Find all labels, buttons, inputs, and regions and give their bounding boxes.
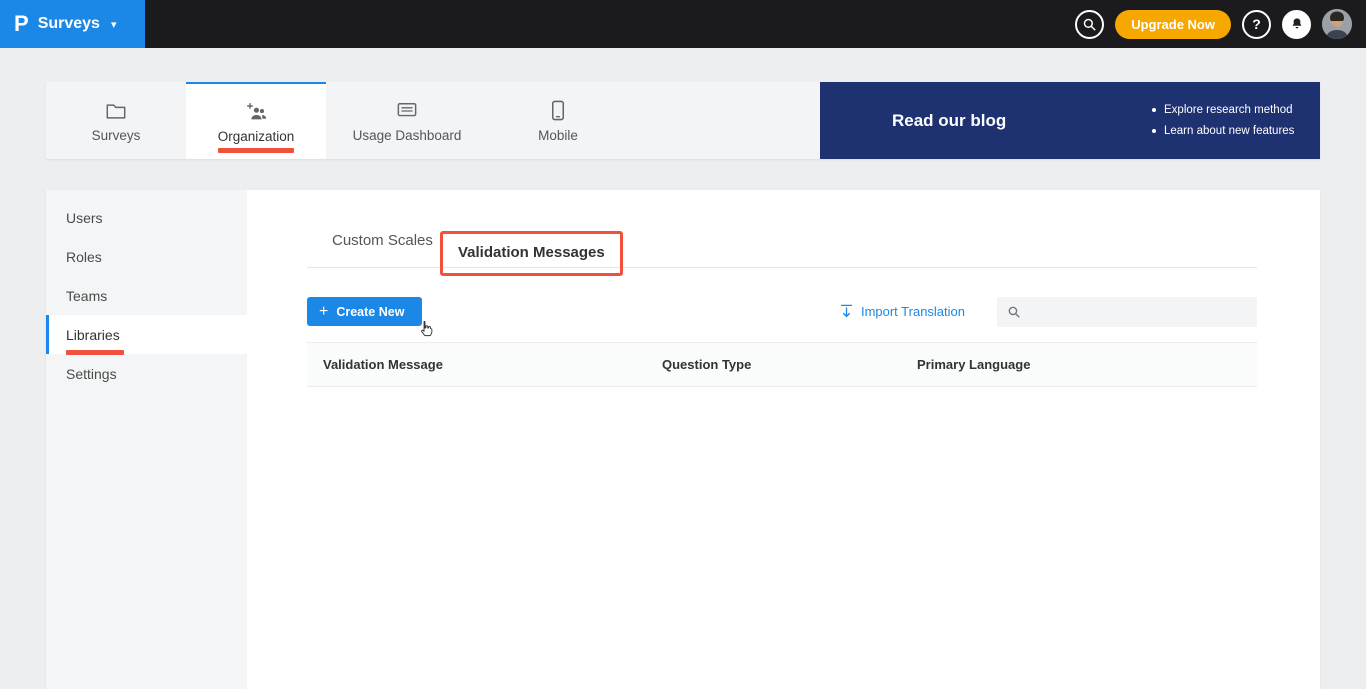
toolbar: + Create New Import Translation xyxy=(307,297,1257,327)
main-card: Users Roles Teams Libraries Settings Cus… xyxy=(46,190,1320,689)
dashboard-icon xyxy=(396,99,418,121)
library-tabs: Custom Scales Validation Messages xyxy=(307,190,1257,276)
question-mark-icon: ? xyxy=(1252,16,1261,32)
create-new-button[interactable]: + Create New xyxy=(307,297,423,326)
folder-icon xyxy=(105,99,127,121)
nav-tab-label: Usage Dashboard xyxy=(352,127,462,143)
top-bar: P Surveys ▾ Upgrade Now ? xyxy=(0,0,1366,48)
tab-validation-messages[interactable]: Validation Messages xyxy=(458,244,605,261)
screen: P Surveys ▾ Upgrade Now ? Surveys Organi… xyxy=(0,0,1366,689)
search-input[interactable] xyxy=(1028,304,1238,320)
notifications-button[interactable] xyxy=(1282,9,1311,39)
import-translation-label: Import Translation xyxy=(860,303,965,319)
table-header-row: Validation Message Question Type Primary… xyxy=(307,342,1257,387)
settings-sidebar: Users Roles Teams Libraries Settings xyxy=(46,190,247,689)
column-header-validation-message: Validation Message xyxy=(323,357,443,372)
nav-tab-label: Mobile xyxy=(538,127,578,143)
brand-logo-icon: P xyxy=(14,11,29,36)
product-name: Surveys xyxy=(37,15,100,32)
blog-panel: Read our blog Explore research method Le… xyxy=(820,82,1320,159)
libraries-content: Custom Scales Validation Messages + Crea… xyxy=(307,190,1257,689)
upgrade-now-button[interactable]: Upgrade Now xyxy=(1115,9,1231,39)
sidebar-item-label: Teams xyxy=(66,287,108,304)
bell-icon xyxy=(1292,18,1301,29)
help-button[interactable]: ? xyxy=(1242,9,1271,39)
mobile-icon xyxy=(551,99,565,121)
sidebar-item-label: Libraries xyxy=(66,326,120,343)
table-search[interactable] xyxy=(997,297,1257,327)
blog-bullet-list: Explore research method Learn about new … xyxy=(1152,100,1294,142)
column-header-question-type: Question Type xyxy=(662,357,752,372)
sidebar-item-settings[interactable]: Settings xyxy=(46,354,247,393)
sidebar-item-label: Roles xyxy=(66,248,102,265)
search-icon xyxy=(1008,306,1020,318)
blog-title[interactable]: Read our blog xyxy=(892,111,1006,131)
nav-tab-surveys[interactable]: Surveys xyxy=(46,82,186,159)
search-icon xyxy=(1083,18,1096,30)
nav-tab-label: Surveys xyxy=(91,127,141,143)
import-translation-link[interactable]: Import Translation xyxy=(839,303,965,319)
nav-tab-usage-dashboard[interactable]: Usage Dashboard xyxy=(326,82,488,159)
tab-custom-scales[interactable]: Custom Scales xyxy=(332,232,433,249)
import-icon xyxy=(840,304,853,318)
create-new-label: Create New xyxy=(336,304,405,319)
search-button[interactable] xyxy=(1075,9,1105,39)
nav-tab-label: Organization xyxy=(217,128,295,144)
sidebar-item-teams[interactable]: Teams xyxy=(46,276,247,315)
nav-tab-organization[interactable]: Organization xyxy=(186,82,326,159)
nav-tab-mobile[interactable]: Mobile xyxy=(488,82,628,159)
user-avatar[interactable] xyxy=(1322,9,1352,39)
annotation-box-validation-messages: Validation Messages xyxy=(440,231,623,276)
topbar-actions: Upgrade Now ? xyxy=(1075,0,1352,48)
sidebar-item-roles[interactable]: Roles xyxy=(46,237,247,276)
column-header-primary-language: Primary Language xyxy=(917,357,1031,372)
blog-bullet: Explore research method xyxy=(1152,100,1294,121)
avatar-photo xyxy=(1322,9,1352,39)
plus-icon: + xyxy=(319,302,329,320)
primary-nav: Surveys Organization Usage Dashboard Mob… xyxy=(46,82,1320,159)
product-switcher[interactable]: P Surveys ▾ xyxy=(0,0,145,48)
sidebar-item-users[interactable]: Users xyxy=(46,198,247,237)
chevron-down-icon: ▾ xyxy=(110,18,117,31)
people-plus-icon xyxy=(244,100,268,122)
sidebar-item-label: Users xyxy=(66,209,103,226)
blog-bullet: Learn about new features xyxy=(1152,121,1294,142)
sidebar-item-label: Settings xyxy=(66,365,117,382)
annotation-underline-organization xyxy=(218,148,294,153)
sidebar-item-libraries[interactable]: Libraries xyxy=(46,315,247,355)
